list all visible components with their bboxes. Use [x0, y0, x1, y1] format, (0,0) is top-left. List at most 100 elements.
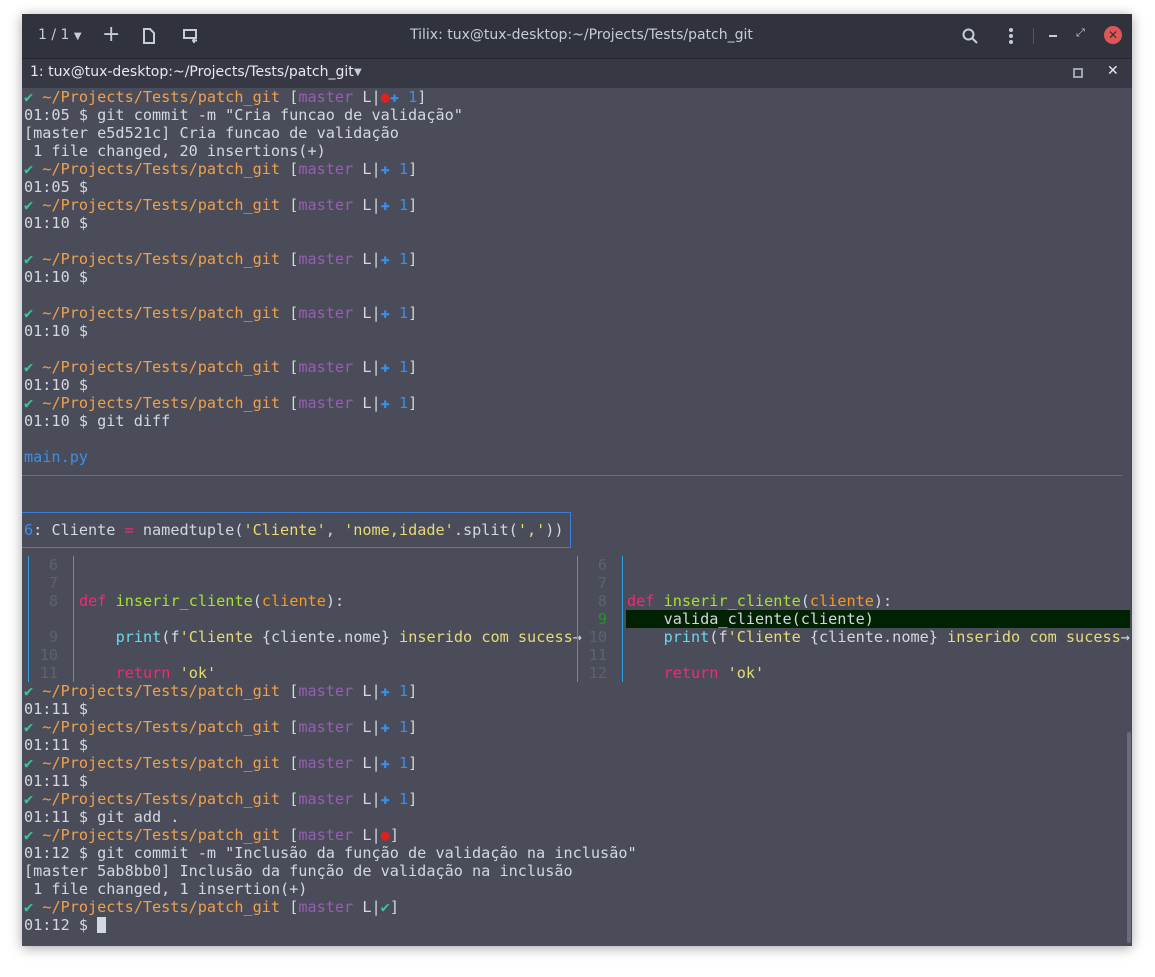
staged-plus-icon: ✚: [380, 754, 390, 772]
text-segment: 'Cliente: [727, 628, 810, 646]
code-line: return 'ok': [79, 664, 217, 682]
check-icon: ✔: [24, 898, 43, 916]
terminal-line: ✔ ~/Projects/Tests/patch_git [master L|✚…: [22, 250, 1132, 268]
session-switcher[interactable]: 1 / 1 ▼: [38, 27, 82, 43]
diff-right-pane: 6 7 8 def inserir_cliente(cliente): 9 valida…: [570, 556, 1132, 682]
text-segment: 01:10 $ git diff: [24, 412, 171, 430]
text-segment: 01:10 $: [24, 268, 89, 286]
text-segment: 1: [389, 160, 409, 178]
text-segment: 1: [389, 394, 409, 412]
text-segment: ~/Projects/Tests/patch_git: [42, 88, 290, 106]
terminal-line: main.py: [22, 448, 1132, 466]
text-segment: [master e5d521c] Cria funcao de validaçã…: [24, 124, 399, 142]
window-title: Tilix: tux@tux-desktop:~/Projects/Tests/…: [410, 27, 753, 43]
maximize-icon[interactable]: ⤢: [1076, 26, 1085, 40]
text-segment: master: [298, 250, 354, 268]
text-segment: master: [298, 358, 354, 376]
text-segment: ~/Projects/Tests/patch_git: [42, 718, 290, 736]
text-segment: ~/Projects/Tests/patch_git: [42, 682, 290, 700]
close-terminal-icon[interactable]: ✕: [1107, 63, 1119, 79]
text-segment: master: [298, 304, 354, 322]
check-icon: ✔: [24, 826, 43, 844]
text-segment: ~/Projects/Tests/patch_git: [42, 196, 290, 214]
terminal-line: 01:11 $: [22, 736, 1132, 754]
divider: [1033, 28, 1034, 44]
diff-hunk-header: 6: Cliente = namedtuple('Cliente', 'nome…: [22, 512, 571, 548]
text-segment: L|: [353, 358, 381, 376]
text-segment: cliente: [809, 592, 874, 610]
text-segment: 01:12 $: [24, 916, 98, 934]
check-icon: ✔: [24, 790, 43, 808]
search-icon[interactable]: [962, 28, 978, 44]
text-segment: cliente: [261, 592, 326, 610]
line-number: 9: [597, 610, 607, 628]
terminal-output[interactable]: ✔ ~/Projects/Tests/patch_git [master L|●…: [22, 88, 1132, 946]
text-segment: ]: [408, 754, 418, 772]
check-icon: ✔: [24, 304, 43, 322]
text-segment: inserido com sucess: [937, 628, 1121, 646]
close-icon[interactable]: ✕: [1104, 26, 1122, 44]
chevron-down-icon[interactable]: ▼: [354, 67, 362, 78]
text-segment: ~/Projects/Tests/patch_git: [42, 826, 290, 844]
text-segment: [: [289, 160, 299, 178]
line-number: 8: [48, 592, 58, 610]
text-segment: inserir_cliente: [115, 592, 253, 610]
text-segment: namedtuple(: [133, 521, 244, 539]
code-line: def inserir_cliente(cliente):: [627, 592, 892, 610]
terminal-line: 01:10 $: [22, 214, 1132, 232]
add-terminal-icon[interactable]: +: [102, 22, 120, 47]
text-segment: [: [289, 826, 299, 844]
text-segment: 01:10 $: [24, 376, 89, 394]
code-line: valida_cliente(cliente): [627, 610, 874, 628]
terminal-line: 01:05 $ git commit -m "Cria funcao de va…: [22, 106, 1132, 124]
split-terminal-icon[interactable]: [142, 28, 156, 44]
text-segment: ~/Projects/Tests/patch_git: [42, 394, 290, 412]
text-segment: (: [252, 592, 262, 610]
text-segment: 'ok': [179, 664, 217, 682]
terminal-line: ✔ ~/Projects/Tests/patch_git [master L|●…: [22, 88, 1132, 106]
text-segment: L|: [353, 88, 381, 106]
terminal-line: ✔ ~/Projects/Tests/patch_git [master L|✔…: [22, 898, 1132, 916]
text-segment: [: [289, 394, 299, 412]
text-segment: def: [79, 592, 116, 610]
gutter-border: [622, 556, 623, 682]
minimize-icon[interactable]: [1049, 35, 1057, 37]
maximize-terminal-icon[interactable]: [1073, 68, 1083, 78]
text-segment: print: [663, 628, 710, 646]
line-number: [32, 610, 58, 628]
cursor: [97, 917, 107, 933]
text-segment: 'Cliente': [243, 521, 326, 539]
text-segment: valida_cliente(cliente): [627, 610, 874, 628]
text-segment: L|: [353, 160, 381, 178]
new-session-icon[interactable]: [183, 29, 199, 43]
dirty-dot-icon: ●: [380, 826, 390, 844]
scrollbar[interactable]: [1127, 732, 1131, 943]
text-segment: inserir_cliente: [663, 592, 801, 610]
text-segment: master: [298, 196, 354, 214]
text-segment: L|: [353, 790, 381, 808]
terminal-line: ✔ ~/Projects/Tests/patch_git [master L|✚…: [22, 196, 1132, 214]
terminal-line: 1 file changed, 20 insertions(+): [22, 142, 1132, 160]
terminal-line: ✔ ~/Projects/Tests/patch_git [master L|✚…: [22, 718, 1132, 736]
menu-icon[interactable]: [1008, 27, 1014, 45]
text-segment: (: [800, 592, 810, 610]
text-segment: master: [298, 682, 354, 700]
check-icon: ✔: [24, 718, 43, 736]
terminal-line: 01:10 $: [22, 268, 1132, 286]
text-segment: ):: [873, 592, 893, 610]
text-segment: ]: [408, 304, 418, 322]
text-segment: def: [627, 592, 664, 610]
terminal-tab-title[interactable]: 1: tux@tux-desktop:~/Projects/Tests/patc…: [30, 64, 354, 80]
text-segment: ):: [325, 592, 345, 610]
line-number: 8: [597, 592, 607, 610]
text-segment: master: [298, 160, 354, 178]
text-segment: 1: [389, 790, 409, 808]
gutter-border: [577, 556, 578, 682]
title-bar: 1 / 1 ▼ + Tilix: tux@tux-desktop:~/Proje…: [22, 14, 1132, 58]
terminal-line: [master e5d521c] Cria funcao de validaçã…: [22, 124, 1132, 142]
line-number: 10: [39, 646, 58, 664]
staged-plus-icon: ✚: [380, 790, 390, 808]
text-segment: →: [1120, 628, 1130, 646]
staged-plus-icon: ✚: [389, 88, 399, 106]
